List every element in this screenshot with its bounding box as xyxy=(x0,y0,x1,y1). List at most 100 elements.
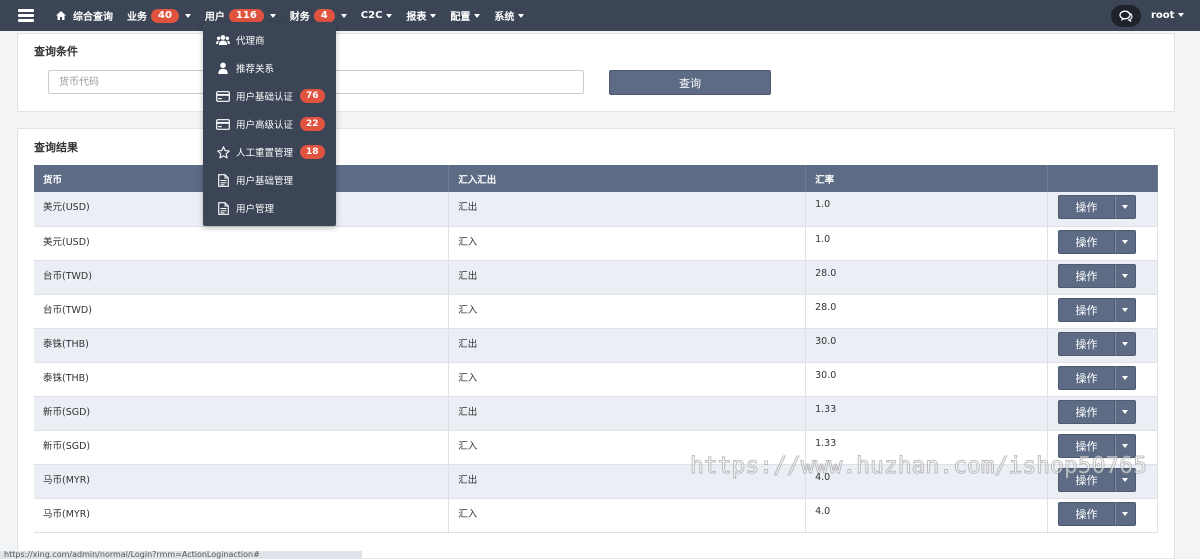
nav-item-label: 系统 xyxy=(494,12,515,23)
cell-actions: 操作 xyxy=(1047,362,1159,397)
result-panel-title: 查询结果 xyxy=(34,141,78,154)
action-dropdown-toggle[interactable] xyxy=(1114,433,1136,458)
cell-actions: 操作 xyxy=(1047,396,1159,431)
action-button[interactable]: 操作 xyxy=(1057,229,1115,254)
nav-item-label: 用户 xyxy=(204,12,225,23)
cell-rate: 30.0 xyxy=(805,328,1048,363)
chevron-down-icon xyxy=(1122,205,1129,209)
cell-actions: 操作 xyxy=(1047,226,1159,261)
count-badge: 76 xyxy=(300,89,325,103)
menu-item-agents[interactable]: 代理商 xyxy=(203,26,336,54)
menu-item-label: 用户管理 xyxy=(236,204,275,215)
action-dropdown-toggle[interactable] xyxy=(1114,399,1136,424)
action-dropdown-toggle[interactable] xyxy=(1114,195,1136,219)
cell-currency: 新币(SGD) xyxy=(34,396,450,431)
action-button[interactable]: 操作 xyxy=(1057,501,1115,526)
action-button-group: 操作 xyxy=(1057,365,1136,390)
nav-item-label: 综合查询 xyxy=(73,12,113,23)
cell-actions: 操作 xyxy=(1047,464,1159,499)
action-button[interactable]: 操作 xyxy=(1057,263,1115,288)
cell-rate: 1.33 xyxy=(805,430,1048,465)
count-badge: 18 xyxy=(300,145,325,159)
chevron-down-icon xyxy=(1178,13,1185,17)
chevron-down-icon xyxy=(1122,477,1129,482)
chevron-down-icon xyxy=(1122,307,1129,312)
table-row: 台币(TWD) 汇出 28.0 操作 xyxy=(34,260,1159,295)
action-dropdown-toggle[interactable] xyxy=(1114,297,1136,322)
nav-item-label: 业务 xyxy=(127,12,147,23)
action-dropdown-toggle[interactable] xyxy=(1114,229,1136,254)
nav-item-reports[interactable]: 报表 xyxy=(406,8,437,23)
cell-rate: 30.0 xyxy=(805,362,1048,397)
nav-item-config[interactable]: 配置 xyxy=(450,8,481,23)
action-button-group: 操作 xyxy=(1057,501,1136,526)
user-icon xyxy=(216,61,230,75)
user-name-label: root xyxy=(1151,10,1175,21)
cell-currency: 台币(TWD) xyxy=(34,260,450,295)
query-button[interactable]: 查询 xyxy=(609,70,771,95)
nav-item-finance[interactable]: 财务 4 xyxy=(290,8,347,23)
menu-item-label: 用户基础认证 xyxy=(236,92,294,103)
action-dropdown-toggle[interactable] xyxy=(1114,501,1136,526)
nav-item-system[interactable]: 系统 xyxy=(494,8,525,23)
nav-item-overview[interactable]: 综合查询 xyxy=(56,8,113,23)
action-dropdown-toggle[interactable] xyxy=(1114,467,1136,492)
menu-item-referrals[interactable]: 推荐关系 xyxy=(203,54,336,82)
action-button[interactable]: 操作 xyxy=(1057,297,1115,322)
cell-currency: 马币(MYR) xyxy=(34,464,450,499)
menu-item-basic-management[interactable]: 用户基础管理 xyxy=(203,166,336,194)
nav-item-label: 报表 xyxy=(406,12,427,23)
table-row: 台币(TWD) 汇入 28.0 操作 xyxy=(34,294,1159,329)
count-badge: 40 xyxy=(151,8,179,23)
chat-icon xyxy=(1119,10,1133,22)
menu-item-user-management[interactable]: 用户管理 xyxy=(203,194,336,222)
table-row: 新币(SGD) 汇入 1.33 操作 xyxy=(34,430,1159,465)
nav-item-users[interactable]: 用户 116 xyxy=(205,8,276,23)
cell-actions: 操作 xyxy=(1047,498,1159,533)
cell-rate: 28.0 xyxy=(805,260,1048,295)
action-button-group: 操作 xyxy=(1057,297,1136,322)
menu-item-advanced-verification[interactable]: 用户高级认证 22 xyxy=(203,110,336,138)
action-button-group: 操作 xyxy=(1057,331,1136,356)
chevron-down-icon xyxy=(1122,341,1129,346)
cell-actions: 操作 xyxy=(1047,294,1159,329)
chevron-down-icon xyxy=(1122,375,1129,380)
action-button-group: 操作 xyxy=(1057,433,1136,458)
chevron-down-icon xyxy=(386,13,393,18)
action-button-group: 操作 xyxy=(1057,399,1136,424)
chevron-down-icon xyxy=(184,13,191,18)
user-dropdown-menu: 代理商 推荐关系 用户基础认证 76 用户高级认证 22 人工重置管理 18 用… xyxy=(203,22,336,226)
cell-direction: 汇入 xyxy=(448,498,807,533)
action-dropdown-toggle[interactable] xyxy=(1114,365,1136,390)
menu-toggle-icon[interactable] xyxy=(18,9,34,22)
action-button[interactable]: 操作 xyxy=(1057,365,1115,390)
action-dropdown-toggle[interactable] xyxy=(1114,263,1136,288)
nav-item-label: 财务 xyxy=(289,12,310,23)
menu-item-basic-verification[interactable]: 用户基础认证 76 xyxy=(203,82,336,110)
chat-button[interactable] xyxy=(1111,5,1141,27)
action-button[interactable]: 操作 xyxy=(1057,467,1115,492)
action-button[interactable]: 操作 xyxy=(1057,433,1115,458)
users-icon xyxy=(216,33,230,47)
menu-item-manual-reset[interactable]: 人工重置管理 18 xyxy=(203,138,336,166)
chevron-down-icon xyxy=(340,13,347,18)
nav-item-c2c[interactable]: C2C xyxy=(361,10,393,21)
cell-direction: 汇入 xyxy=(448,362,807,397)
action-button[interactable]: 操作 xyxy=(1057,331,1115,356)
cell-direction: 汇出 xyxy=(448,328,807,363)
cell-rate: 1.0 xyxy=(805,226,1048,261)
table-row: 泰铢(THB) 汇入 30.0 操作 xyxy=(34,362,1159,397)
cell-rate: 4.0 xyxy=(805,464,1048,499)
chevron-down-icon xyxy=(518,13,525,18)
nav-item-business[interactable]: 业务 40 xyxy=(127,8,191,23)
action-button[interactable]: 操作 xyxy=(1057,195,1115,219)
cell-direction: 汇出 xyxy=(448,396,807,431)
cell-direction: 汇出 xyxy=(448,464,807,499)
query-panel-title: 查询条件 xyxy=(34,45,78,58)
cell-direction: 汇入 xyxy=(448,430,807,465)
action-dropdown-toggle[interactable] xyxy=(1114,331,1136,356)
user-menu[interactable]: root xyxy=(1151,10,1185,21)
menu-item-label: 人工重置管理 xyxy=(236,148,294,159)
action-button-group: 操作 xyxy=(1057,195,1136,219)
action-button[interactable]: 操作 xyxy=(1057,399,1115,424)
